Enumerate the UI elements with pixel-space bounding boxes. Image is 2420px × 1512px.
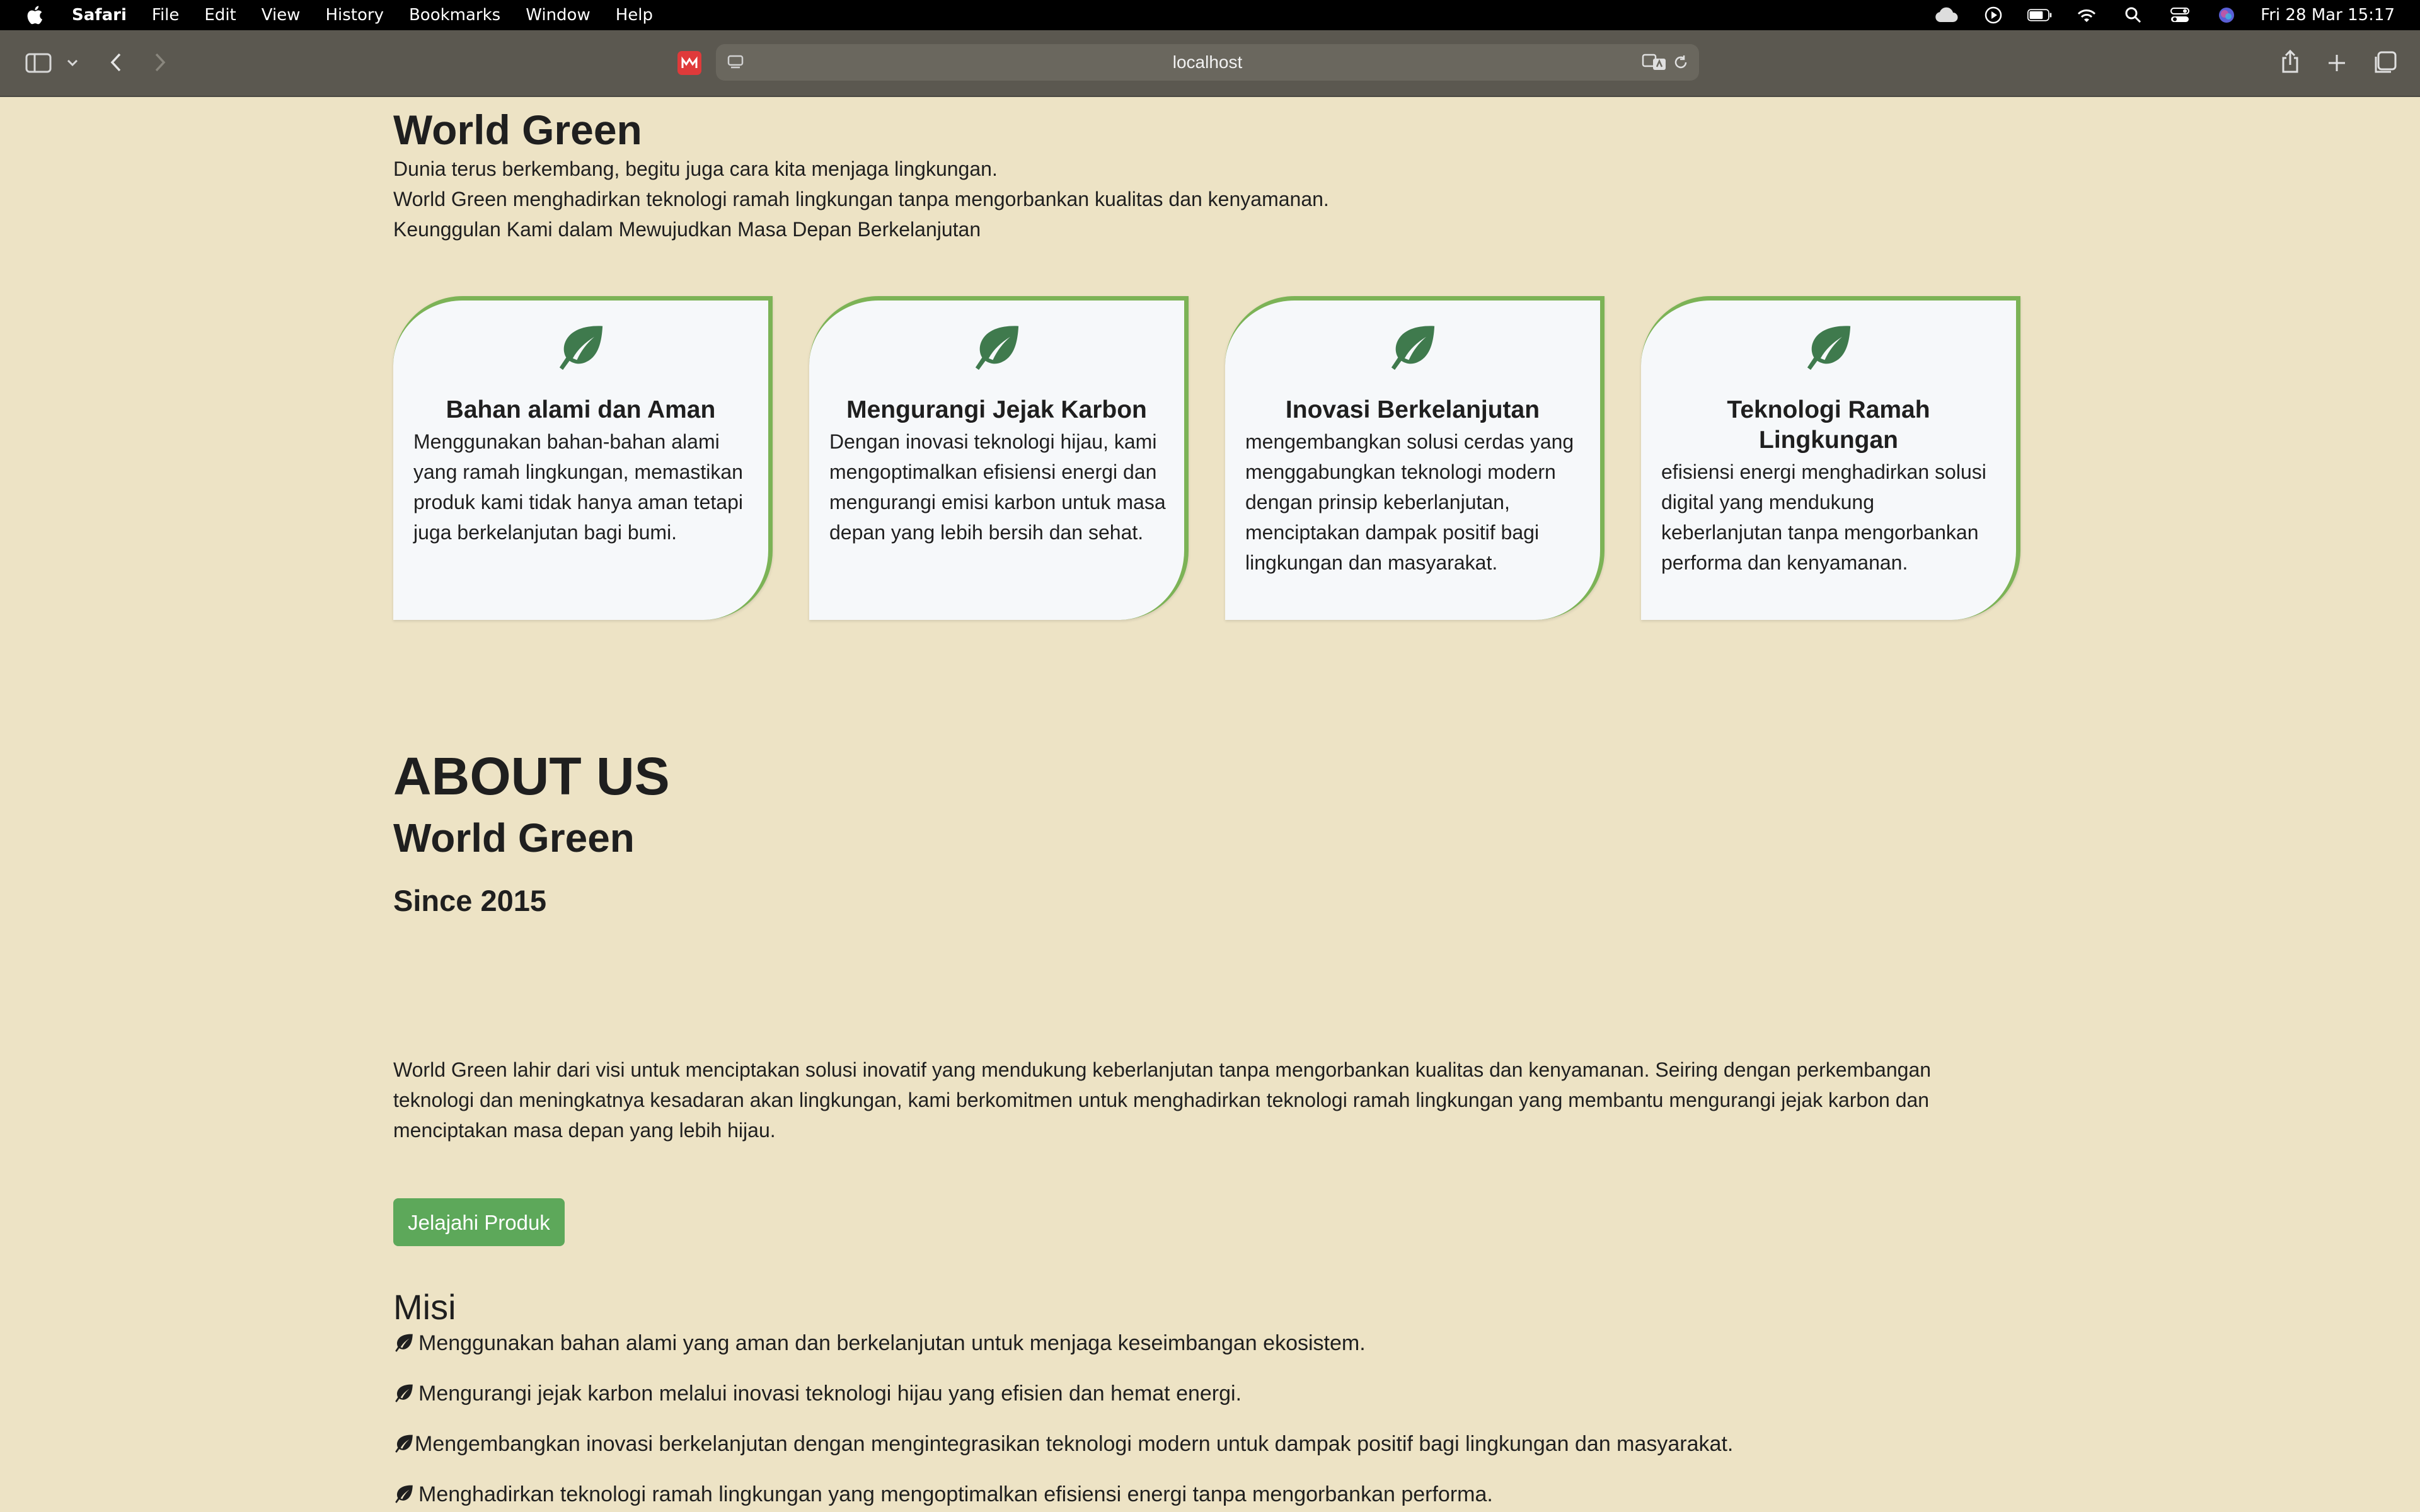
feature-card-text: Dengan inovasi teknologi hijau, kami men… [829, 430, 1166, 544]
leaf-icon [975, 326, 1018, 370]
extension-icon[interactable] [676, 49, 703, 77]
back-arrow-icon[interactable] [103, 49, 129, 76]
menu-help[interactable]: Help [616, 6, 653, 25]
new-tab-icon[interactable] [2324, 50, 2349, 76]
mission-item-text: Menghadirkan teknologi ramah lingkungan … [418, 1482, 1493, 1506]
tab-overview-icon[interactable] [2371, 49, 2399, 77]
leaf-icon [393, 1383, 415, 1404]
hero-line-1: Dunia terus berkembang, begitu juga cara… [393, 158, 998, 180]
feature-card: Teknologi Ramah Lingkungan efisiensi ene… [1641, 296, 2020, 620]
mission-item: Mengembangkan inovasi berkelanjutan deng… [393, 1430, 1733, 1458]
mission-item-text: Mengurangi jejak karbon melalui inovasi … [418, 1382, 1242, 1406]
sidebar-toggle-icon[interactable] [24, 50, 53, 76]
menu-clock[interactable]: Fri 28 Mar 15:17 [2261, 6, 2395, 25]
about-subtitle: World Green [393, 815, 635, 861]
leaf-icon [1807, 326, 1850, 370]
mission-item: Mengurangi jejak karbon melalui inovasi … [393, 1380, 1242, 1407]
chevron-down-icon[interactable] [63, 53, 82, 72]
about-description: World Green lahir dari visi untuk mencip… [393, 1058, 1932, 1142]
hero-title: World Green [393, 106, 642, 153]
siri-icon[interactable] [2214, 6, 2239, 25]
hero-line-2: World Green menghadirkan teknologi ramah… [393, 188, 1329, 210]
mission-item-text: Menggunakan bahan alami yang aman dan be… [418, 1331, 1366, 1355]
leaf-icon [393, 1433, 415, 1455]
feature-cards: Bahan alami dan Aman Menggunakan bahan-b… [393, 296, 2032, 624]
apple-logo-icon[interactable] [25, 4, 47, 26]
browser-toolbar: localhost [0, 30, 2420, 97]
hero-line-3: Keunggulan Kami dalam Mewujudkan Masa De… [393, 218, 981, 241]
menu-view[interactable]: View [262, 6, 301, 25]
feature-card: Inovasi Berkelanjutan mengembangkan solu… [1225, 296, 1605, 620]
feature-card-text: efisiensi energi menghadirkan solusi dig… [1661, 461, 1986, 574]
wifi-icon[interactable] [2074, 6, 2099, 25]
mission-item-text: Mengembangkan inovasi berkelanjutan deng… [415, 1432, 1734, 1456]
explore-products-button[interactable]: Jelajahi Produk [393, 1198, 565, 1246]
since-year: Since 2015 [393, 884, 547, 917]
menu-app-name[interactable]: Safari [72, 6, 127, 25]
reload-icon[interactable] [1671, 53, 1690, 72]
mission-title: Misi [393, 1287, 456, 1327]
about-title: ABOUT US [393, 747, 670, 806]
mission-item: Menghadirkan teknologi ramah lingkungan … [393, 1480, 1493, 1508]
feature-card-title: Inovasi Berkelanjutan [1285, 396, 1540, 423]
control-center-icon[interactable] [2167, 6, 2192, 25]
feature-card-title: Bahan alami dan Aman [446, 396, 716, 423]
feature-card: Mengurangi Jejak Karbon Dengan inovasi t… [809, 296, 1189, 620]
translate-icon[interactable] [1641, 52, 1668, 73]
feature-card-text: mengembangkan solusi cerdas yang menggab… [1245, 430, 1574, 574]
feature-card-title: Mengurangi Jejak Karbon [846, 396, 1147, 423]
play-circle-icon[interactable] [1981, 6, 2006, 25]
leaf-icon [393, 1484, 415, 1505]
menu-file[interactable]: File [152, 6, 180, 25]
search-icon[interactable] [2121, 6, 2146, 25]
menu-bar: Safari File Edit View History Bookmarks … [0, 0, 2420, 30]
battery-icon[interactable] [2027, 6, 2053, 25]
menu-edit[interactable]: Edit [204, 6, 236, 25]
leaf-icon [1391, 326, 1434, 370]
menu-window[interactable]: Window [526, 6, 591, 25]
leaf-icon [559, 326, 602, 370]
leaf-icon [393, 1332, 415, 1354]
url-text[interactable]: localhost [716, 44, 1699, 81]
mission-item: Menggunakan bahan alami yang aman dan be… [393, 1329, 1366, 1357]
forward-arrow-icon[interactable] [147, 49, 173, 76]
menu-bookmarks[interactable]: Bookmarks [409, 6, 500, 25]
menu-history[interactable]: History [325, 6, 384, 25]
feature-card-text: Menggunakan bahan-bahan alami yang ramah… [413, 430, 743, 544]
share-icon[interactable] [2278, 48, 2303, 76]
feature-card: Bahan alami dan Aman Menggunakan bahan-b… [393, 296, 773, 620]
feature-card-title: Teknologi Ramah Lingkungan [1727, 396, 1930, 454]
address-bar[interactable]: localhost [716, 44, 1699, 81]
cloud-icon[interactable] [1934, 6, 1959, 25]
